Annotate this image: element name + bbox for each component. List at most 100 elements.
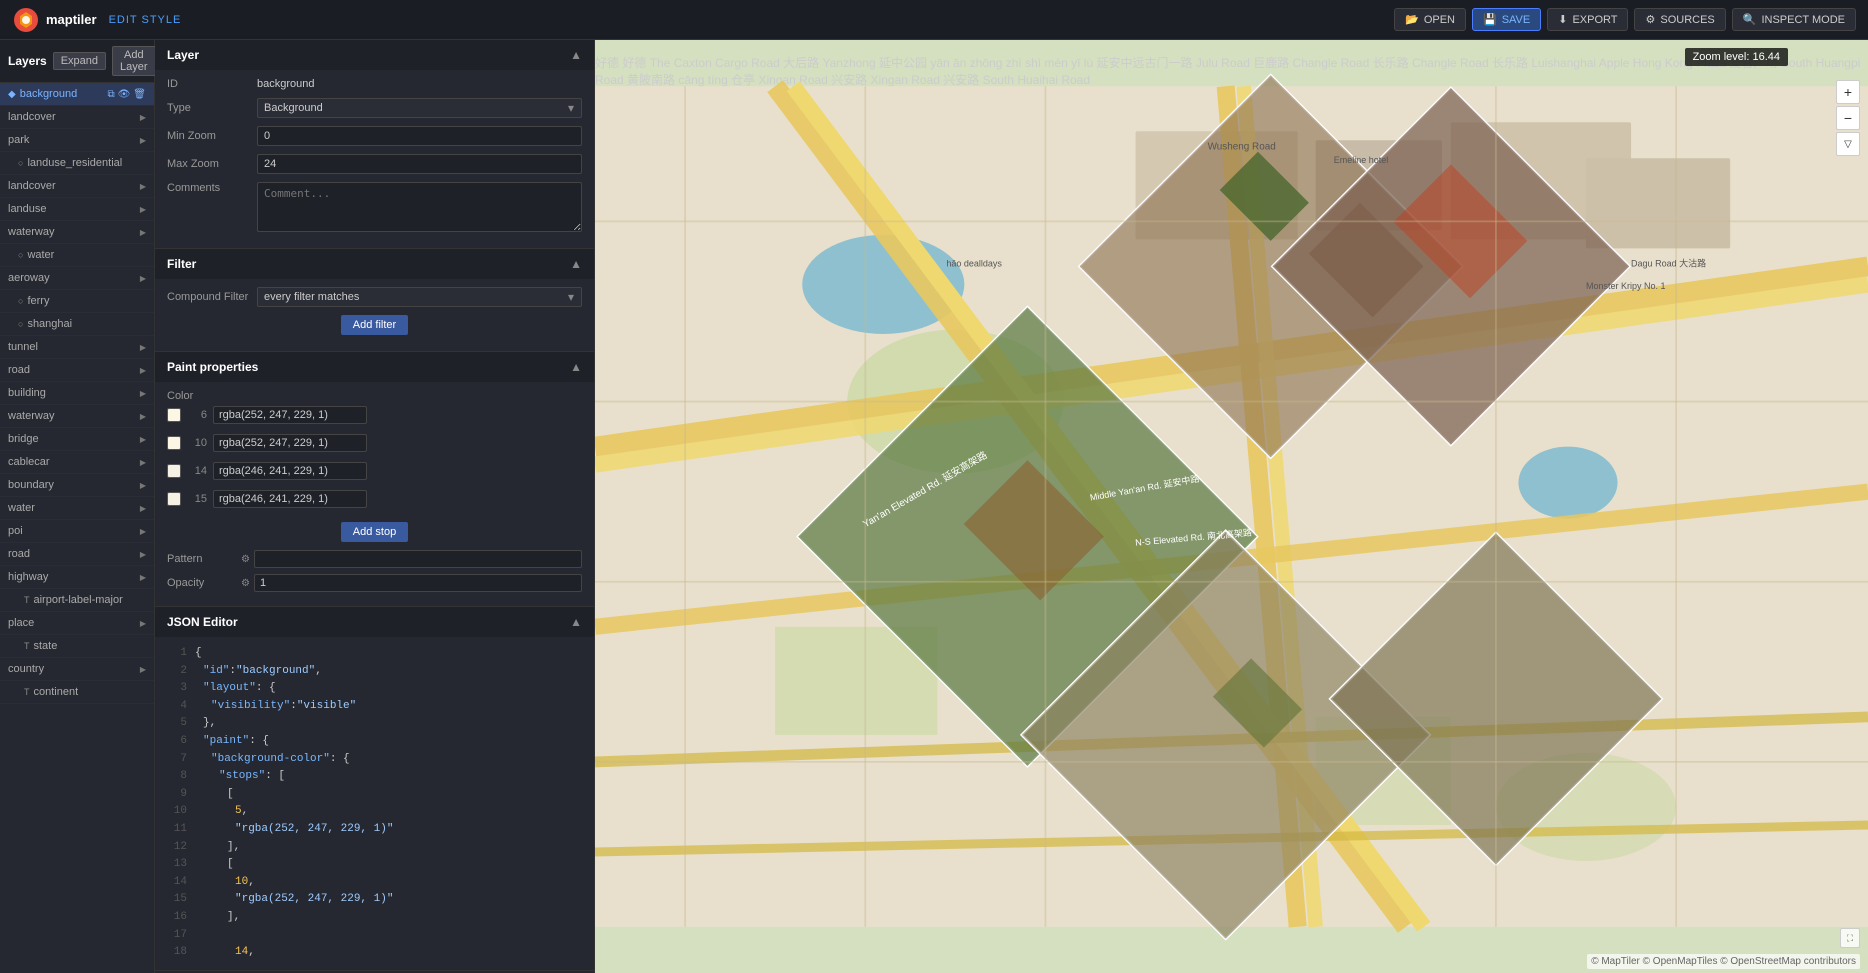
layer-item-country[interactable]: country ▶ (0, 658, 154, 681)
layer-item-road2[interactable]: road ▶ (0, 543, 154, 566)
layer-item-tunnel[interactable]: tunnel ▶ (0, 336, 154, 359)
opacity-label: Opacity (167, 577, 237, 589)
opacity-settings-icon[interactable]: ⚙ (241, 578, 250, 589)
layer-item-state[interactable]: T state (0, 635, 154, 658)
inspect-icon: 🔍 (1743, 13, 1757, 26)
layer-diamond-icon: ◆ (8, 89, 16, 100)
layer-item-landuse[interactable]: landuse ▶ (0, 198, 154, 221)
opacity-input[interactable] (254, 574, 582, 592)
layer-item-bridge[interactable]: bridge ▶ (0, 428, 154, 451)
zoom-in-button[interactable]: + (1836, 80, 1860, 104)
layer-item-park[interactable]: park ▶ (0, 129, 154, 152)
type-field-row: Type Background Fill Line Symbol (167, 98, 582, 118)
layer-item-aeroway[interactable]: aeroway ▶ (0, 267, 154, 290)
layer-section: Layer ▲ ID background Type Background Fi… (155, 40, 594, 249)
stop-color-input-1[interactable] (213, 406, 367, 424)
sources-icon: ⚙ (1645, 13, 1655, 26)
id-value: background (257, 78, 582, 90)
layer-item-water2[interactable]: water ▶ (0, 497, 154, 520)
collapse-icon: ▲ (570, 615, 582, 629)
color-swatch-3[interactable] (167, 464, 181, 478)
minimap-icon[interactable]: ⛶ (1840, 928, 1860, 948)
opacity-row: Opacity ⚙ (167, 574, 582, 592)
layer-chevron-icon: ▶ (140, 458, 146, 467)
layer-item-water[interactable]: ○ water (0, 244, 154, 267)
duplicate-icon[interactable]: ⧉ (107, 89, 114, 100)
id-field-row: ID background (167, 78, 582, 90)
open-button[interactable]: 📂 OPEN (1394, 8, 1466, 31)
map-area[interactable]: Yan'an Elevated Rd. 延安高架路 Middle Yan'an … (595, 40, 1868, 973)
zoom-out-button[interactable]: − (1836, 106, 1860, 130)
add-layer-button[interactable]: Add Layer (112, 46, 156, 76)
layer-label: state (34, 640, 58, 652)
logo: maptiler EDIT STYLE (12, 6, 181, 34)
layer-item-waterway2[interactable]: waterway ▶ (0, 405, 154, 428)
paint-section-header[interactable]: Paint properties ▲ (155, 352, 594, 382)
layer-item-shanghai[interactable]: ○ shanghai (0, 313, 154, 336)
layer-item-poi[interactable]: poi ▶ (0, 520, 154, 543)
min-zoom-input[interactable] (257, 126, 582, 146)
layer-section-header[interactable]: Layer ▲ (155, 40, 594, 70)
logo-icon (12, 6, 40, 34)
layer-label: road (8, 364, 30, 376)
layer-item-airport-label-major[interactable]: T airport-label-major (0, 589, 154, 612)
stop-number-4: 15 (187, 493, 207, 505)
layer-item-road[interactable]: road ▶ (0, 359, 154, 382)
sources-button[interactable]: ⚙ SOURCES (1634, 8, 1725, 31)
layer-item-waterway[interactable]: waterway ▶ (0, 221, 154, 244)
layer-chevron-icon: ▶ (140, 527, 146, 536)
color-swatch-2[interactable] (167, 436, 181, 450)
layer-item-boundary[interactable]: boundary ▶ (0, 474, 154, 497)
max-zoom-input[interactable] (257, 154, 582, 174)
layer-item-cablecar[interactable]: cablecar ▶ (0, 451, 154, 474)
stop-color-input-3[interactable] (213, 462, 367, 480)
layer-item-landcover[interactable]: landcover ▶ (0, 106, 154, 129)
export-button[interactable]: ⬇ EXPORT (1547, 8, 1628, 31)
delete-icon[interactable]: 🗑 (133, 89, 146, 100)
layer-chevron-icon: ▶ (140, 205, 146, 214)
export-icon: ⬇ (1558, 13, 1567, 26)
layer-item-place[interactable]: place ▶ (0, 612, 154, 635)
filter-section-header[interactable]: Filter ▲ (155, 249, 594, 279)
color-label: Color (167, 390, 257, 402)
type-select[interactable]: Background Fill Line Symbol (257, 98, 582, 118)
color-swatch-1[interactable] (167, 408, 181, 422)
hide-icon[interactable]: 👁 (118, 89, 131, 100)
save-button[interactable]: 💾 SAVE (1472, 8, 1541, 31)
layer-chevron-icon: ▶ (140, 366, 146, 375)
type-label: Type (167, 102, 257, 114)
compound-filter-select[interactable]: every filter matches any filter matches … (257, 287, 582, 307)
layer-circle-icon: ○ (18, 296, 23, 306)
add-stop-button[interactable]: Add stop (341, 522, 408, 542)
layer-item-highway[interactable]: highway ▶ (0, 566, 154, 589)
layer-item-continent[interactable]: T continent (0, 681, 154, 704)
layer-chevron-icon: ▶ (140, 343, 146, 352)
json-editor-section: JSON Editor ▲ 1{ 2"id": "background", 3"… (155, 607, 594, 971)
pattern-settings-icon[interactable]: ⚙ (241, 554, 250, 565)
layer-T-icon: T (24, 641, 30, 651)
inspect-mode-button[interactable]: 🔍 INSPECT MODE (1732, 8, 1856, 31)
compass-button[interactable]: ▽ (1836, 132, 1860, 156)
layer-label: continent (34, 686, 79, 698)
expand-button[interactable]: Expand (53, 52, 106, 70)
color-swatch-4[interactable] (167, 492, 181, 506)
map-canvas: Yan'an Elevated Rd. 延安高架路 Middle Yan'an … (595, 40, 1868, 973)
stop-color-input-2[interactable] (213, 434, 367, 452)
layer-section-title: Layer (167, 48, 199, 62)
layer-item-landuse-residential[interactable]: ○ landuse_residential (0, 152, 154, 175)
json-editor-header[interactable]: JSON Editor ▲ (155, 607, 594, 637)
layer-chevron-icon: ▶ (140, 435, 146, 444)
stop-color-input-4[interactable] (213, 490, 367, 508)
layer-item-landcover2[interactable]: landcover ▶ (0, 175, 154, 198)
layer-item-building[interactable]: building ▶ (0, 382, 154, 405)
comments-textarea[interactable] (257, 182, 582, 232)
layer-circle-icon: ○ (18, 250, 23, 260)
svg-text:hǎo dealldays: hǎo dealldays (946, 258, 1002, 268)
pattern-input[interactable] (254, 550, 582, 568)
add-filter-button[interactable]: Add filter (341, 315, 408, 335)
filter-section-title: Filter (167, 257, 196, 271)
color-stop-3: 14 (167, 462, 367, 480)
layer-label: bridge (8, 433, 39, 445)
layer-item-background[interactable]: ◆ background ⧉ 👁 🗑 (0, 83, 154, 106)
layer-item-ferry[interactable]: ○ ferry (0, 290, 154, 313)
